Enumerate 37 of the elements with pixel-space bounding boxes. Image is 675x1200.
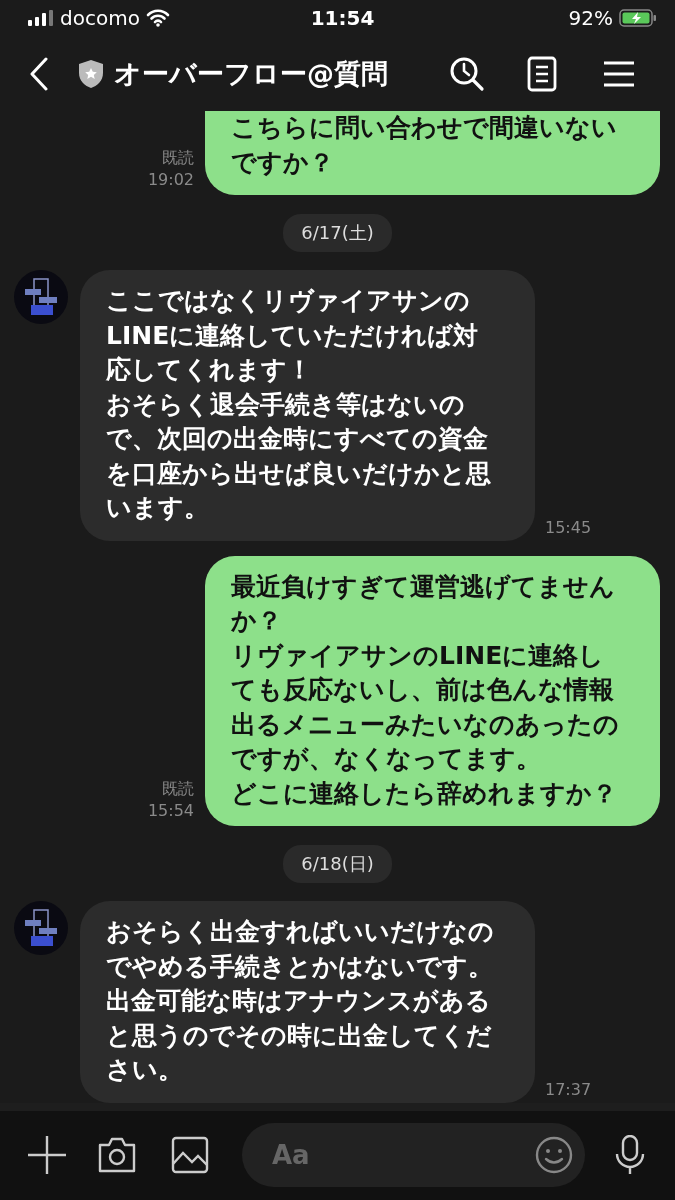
message-text: 出金可能な時はアナウンスがあると思うのでその時に出金してください。: [106, 985, 493, 1087]
carrier-name: docomo: [60, 6, 140, 31]
message-text: リヴァイアサンのLINEに連絡しても反応ないし、前は色んな情報出るメニューみたいなのあったのですが、なくなってます。: [231, 639, 620, 776]
message-text: ここではなくリヴァイアサンのLINEに連絡していただければ対応してくれます！: [106, 285, 480, 387]
search-icon[interactable]: [449, 56, 485, 93]
message-text: 最近負けすぎて運営逃げてませんか？: [231, 570, 616, 638]
avatar-icon: [14, 270, 68, 325]
battery-percent: 92%: [568, 6, 613, 31]
notes-icon[interactable]: [527, 56, 557, 93]
signal-icon: [28, 10, 54, 27]
camera-icon[interactable]: [97, 1136, 137, 1175]
avatar-icon: [14, 901, 68, 956]
date-label: 6/18(日): [283, 845, 392, 884]
menu-icon[interactable]: [603, 60, 635, 89]
microphone-icon[interactable]: [615, 1135, 645, 1176]
message-time: 15:54: [147, 800, 194, 823]
message-time: 15:45: [545, 516, 592, 539]
image-icon[interactable]: [171, 1136, 209, 1175]
chat-title: オーバーフロー@質問: [114, 57, 388, 92]
date-label: 6/17(土): [283, 214, 392, 253]
message-text: おそらく出金すればいいだけなのでやめる手続きとかはないです。: [106, 916, 495, 983]
message-time: 17:37: [545, 1078, 592, 1101]
message-time: 19:02: [147, 169, 194, 192]
message-text: おそらく退会手続き等はないので、次回の出金時にすべての資金を口座から出せば良いだけかと思います。: [106, 388, 492, 525]
wifi-icon: [145, 9, 170, 28]
emoji-icon[interactable]: [535, 1136, 573, 1175]
read-receipt: 既読: [162, 147, 194, 170]
message-input[interactable]: Aa: [270, 1139, 535, 1172]
message-text: どこに連絡したら辞めれますか？: [231, 777, 618, 810]
message-text: こちらに問い合わせで間違いないですか？: [231, 112, 618, 179]
back-icon[interactable]: [28, 57, 50, 92]
read-receipt: 既読: [162, 778, 194, 801]
shield-icon: [78, 59, 104, 90]
message-field[interactable]: Aa: [242, 1123, 585, 1188]
plus-icon[interactable]: [27, 1135, 67, 1176]
battery-icon: [619, 9, 657, 28]
status-time: 11:54: [310, 6, 375, 31]
